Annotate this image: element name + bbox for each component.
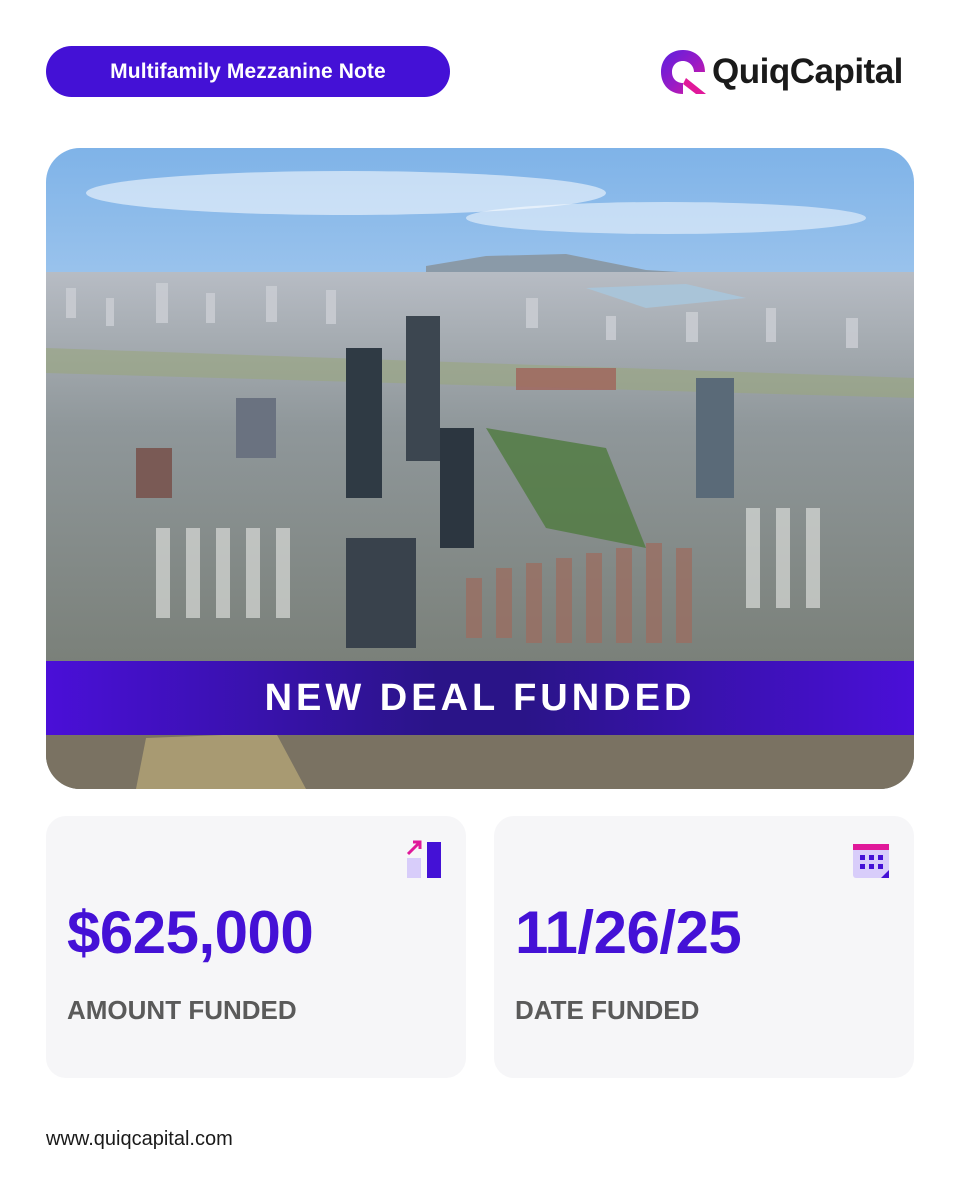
date-funded-label: DATE FUNDED (515, 995, 700, 1025)
growth-chart-icon (406, 840, 441, 878)
amount-funded-value: $625,000 (67, 899, 314, 966)
date-funded-value: 11/26/25 (515, 899, 742, 966)
date-funded-card: 11/26/25 DATE FUNDED (494, 816, 914, 1078)
quiqcapital-logo-icon (661, 50, 706, 94)
brand-logo[interactable]: QuiqCapital (656, 46, 903, 98)
website-link[interactable]: www.quiqcapital.com (46, 1128, 233, 1151)
new-deal-banner: NEW DEAL FUNDED (46, 661, 914, 735)
brand-name: QuiqCapital (712, 52, 903, 91)
city-aerial-photo: NEW DEAL FUNDED (46, 148, 914, 789)
deal-type-badge: Multifamily Mezzanine Note (46, 46, 450, 97)
calendar-icon (853, 844, 889, 878)
amount-funded-label: AMOUNT FUNDED (67, 995, 297, 1025)
amount-funded-card: $625,000 AMOUNT FUNDED (46, 816, 466, 1078)
